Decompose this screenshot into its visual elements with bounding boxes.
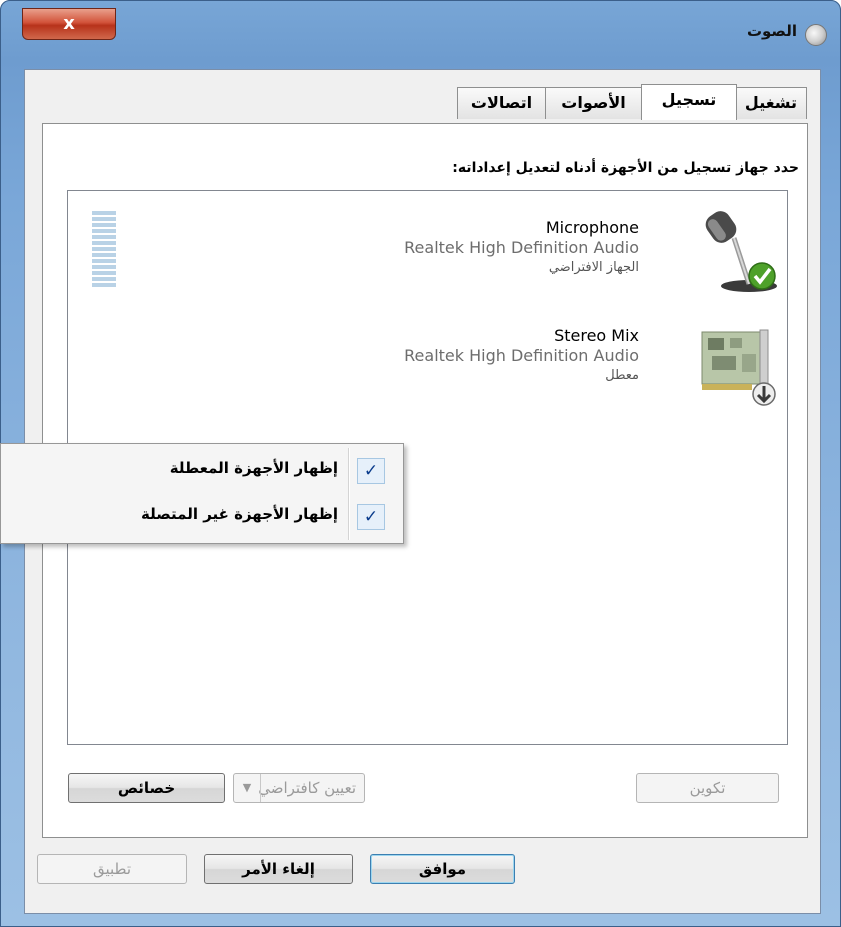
tab-communications[interactable]: اتصالات [457,87,546,119]
instruction-text: حدد جهاز تسجيل من الأجهزة أدناه لتعديل إ… [452,160,799,176]
set-default-button[interactable]: تعيين كافتراضي ▼ [233,773,365,803]
chevron-down-icon[interactable]: ▼ [234,774,261,802]
tab-playback[interactable]: تشغيل [735,87,807,119]
menu-item-label: إظهار الأجهزة المعطلة [169,459,338,477]
ok-button[interactable]: موافق [370,854,515,884]
checkmark-icon: ✓ [357,458,385,484]
close-button[interactable]: x [22,8,116,40]
list-item[interactable]: Stereo Mix Realtek High Definition Audio… [300,316,784,416]
device-driver: Realtek High Definition Audio [404,346,639,365]
apply-button[interactable]: تطبيق [37,854,187,884]
device-status: الجهاز الافتراضي [548,260,639,275]
cancel-button[interactable]: إلغاء الأمر [204,854,353,884]
tab-sounds[interactable]: الأصوات [545,87,642,119]
menu-item-label: إظهار الأجهزة غير المتصلة [141,505,338,523]
properties-button[interactable]: خصائص [68,773,225,803]
set-default-label: تعيين كافتراضي [258,779,356,797]
sound-card-icon [701,329,776,406]
device-driver: Realtek High Definition Audio [404,238,639,257]
checkmark-icon: ✓ [357,504,385,530]
configure-button[interactable]: تكوين [636,773,779,803]
speaker-icon [805,24,827,46]
window-title: الصوت [746,22,797,40]
device-status: معطل [605,368,639,383]
device-name: Stereo Mix [554,326,639,345]
list-item[interactable]: Microphone Realtek High Definition Audio… [300,204,784,304]
device-name: Microphone [545,218,639,237]
context-menu: ✓ إظهار الأجهزة المعطلة ✓ إظهار الأجهزة … [0,443,404,544]
sound-dialog-window: x الصوت تشغيل تسجيل الأصوات اتصالات حدد … [0,0,841,927]
menu-item-show-disconnected[interactable]: ✓ إظهار الأجهزة غير المتصلة [1,496,403,536]
input-level-meter [92,211,116,289]
default-check-icon [748,262,776,290]
tab-recording[interactable]: تسجيل [641,84,737,120]
menu-item-show-disabled[interactable]: ✓ إظهار الأجهزة المعطلة [1,450,403,490]
microphone-icon [705,211,777,292]
